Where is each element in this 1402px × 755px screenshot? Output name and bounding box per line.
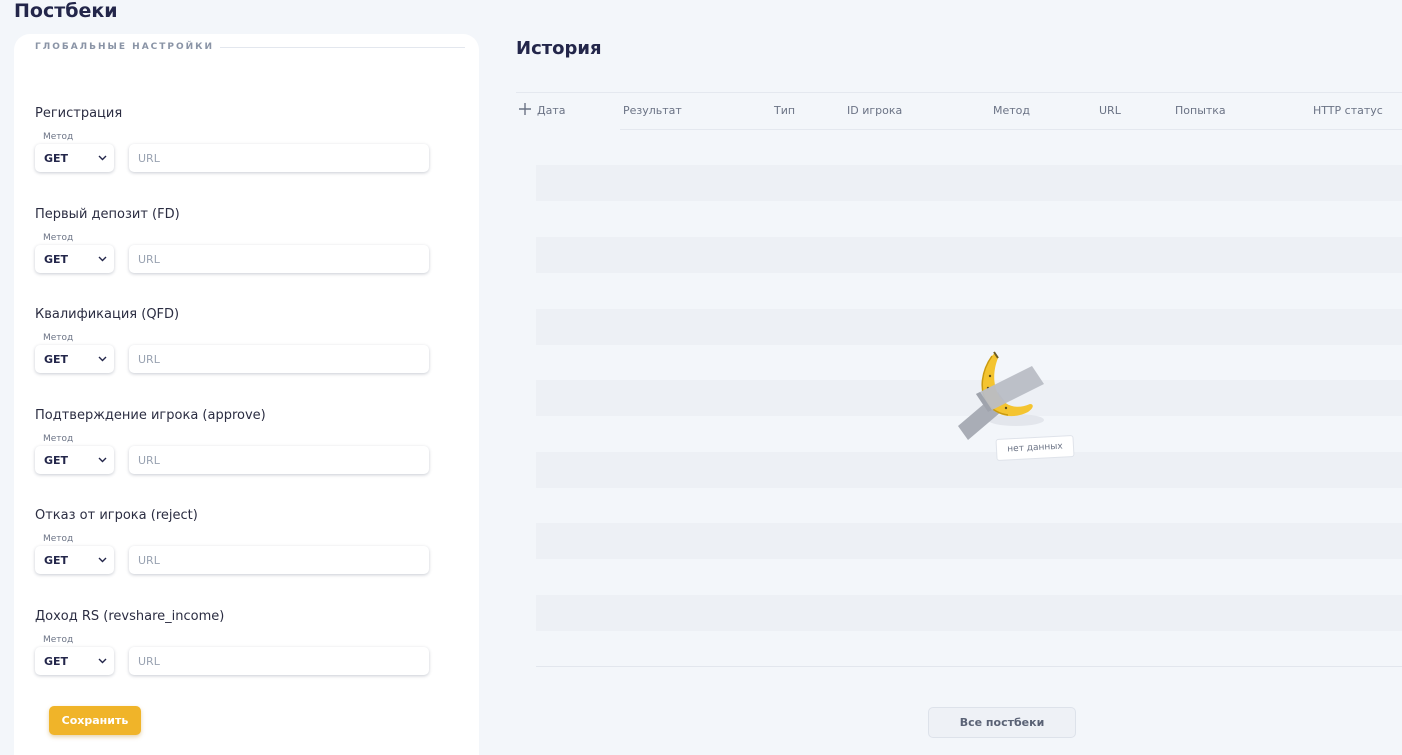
url-input[interactable]	[129, 345, 429, 373]
method-value: GET	[44, 453, 69, 467]
column-header-result[interactable]: Результат	[623, 104, 682, 117]
event-first-deposit: Первый депозит (FD) Метод GET	[35, 207, 435, 297]
method-select[interactable]: GET	[35, 546, 114, 574]
column-header-attempt[interactable]: Попытка	[1175, 104, 1226, 117]
column-header-url[interactable]: URL	[1099, 104, 1121, 117]
table-row-placeholder	[536, 165, 1402, 201]
no-data-label: нет данных	[995, 434, 1075, 462]
event-label: Первый депозит (FD)	[35, 207, 180, 222]
method-caption: Метод	[43, 434, 74, 444]
url-input[interactable]	[129, 245, 429, 273]
url-input[interactable]	[129, 546, 429, 574]
method-caption: Метод	[43, 635, 74, 645]
table-row-placeholder	[536, 523, 1402, 559]
all-postbacks-button[interactable]: Все постбеки	[928, 707, 1076, 738]
chevron-down-icon	[97, 354, 107, 364]
method-value: GET	[44, 151, 69, 165]
event-qualification: Квалификация (QFD) Метод GET	[35, 307, 435, 397]
event-approve: Подтверждение игрока (approve) Метод GET	[35, 408, 435, 498]
method-select[interactable]: GET	[35, 345, 114, 373]
chevron-down-icon	[97, 656, 107, 666]
method-caption: Метод	[43, 132, 74, 142]
method-value: GET	[44, 352, 69, 366]
chevron-down-icon	[97, 153, 107, 163]
plus-icon[interactable]	[518, 101, 532, 115]
column-header-http-status[interactable]: HTTP статус	[1313, 104, 1383, 117]
column-header-player-id[interactable]: ID игрока	[847, 104, 902, 117]
divider	[620, 129, 1402, 130]
chevron-down-icon	[97, 455, 107, 465]
chevron-down-icon	[97, 254, 107, 264]
history-title: История	[516, 38, 602, 59]
taped-banana-icon	[958, 351, 1044, 440]
url-input[interactable]	[129, 144, 429, 172]
divider	[220, 46, 465, 48]
event-revshare-income: Доход RS (revshare_income) Метод GET	[35, 609, 435, 699]
event-reject: Отказ от игрока (reject) Метод GET	[35, 508, 435, 598]
empty-state: нет данных	[946, 348, 1086, 468]
table-row-placeholder	[536, 237, 1402, 273]
method-select[interactable]: GET	[35, 245, 114, 273]
event-label: Регистрация	[35, 106, 123, 121]
event-label: Квалификация (QFD)	[35, 307, 180, 322]
column-header-type[interactable]: Тип	[774, 104, 795, 117]
url-input[interactable]	[129, 647, 429, 675]
method-select[interactable]: GET	[35, 144, 114, 172]
event-registration: Регистрация Метод GET	[35, 106, 435, 196]
event-label: Доход RS (revshare_income)	[35, 609, 225, 624]
page-title: Постбеки	[14, 0, 118, 22]
url-input[interactable]	[129, 446, 429, 474]
global-settings-header: ГЛОБАЛЬНЫЕ НАСТРОЙКИ	[35, 40, 465, 54]
table-row-placeholder	[536, 595, 1402, 631]
method-select[interactable]: GET	[35, 647, 114, 675]
section-title: ГЛОБАЛЬНЫЕ НАСТРОЙКИ	[35, 42, 215, 52]
event-label: Подтверждение игрока (approve)	[35, 408, 266, 423]
method-select[interactable]: GET	[35, 446, 114, 474]
method-value: GET	[44, 252, 69, 266]
method-value: GET	[44, 553, 69, 567]
method-value: GET	[44, 654, 69, 668]
method-caption: Метод	[43, 333, 74, 343]
method-caption: Метод	[43, 233, 74, 243]
method-caption: Метод	[43, 534, 74, 544]
column-header-date[interactable]: Дата	[537, 104, 565, 117]
save-button[interactable]: Сохранить	[49, 706, 141, 735]
column-header-method[interactable]: Метод	[993, 104, 1030, 117]
table-row-placeholder	[536, 309, 1402, 345]
divider	[536, 666, 1402, 667]
event-label: Отказ от игрока (reject)	[35, 508, 198, 523]
history-table-header: Дата Результат Тип ID игрока Метод URL П…	[516, 93, 1402, 129]
chevron-down-icon	[97, 555, 107, 565]
